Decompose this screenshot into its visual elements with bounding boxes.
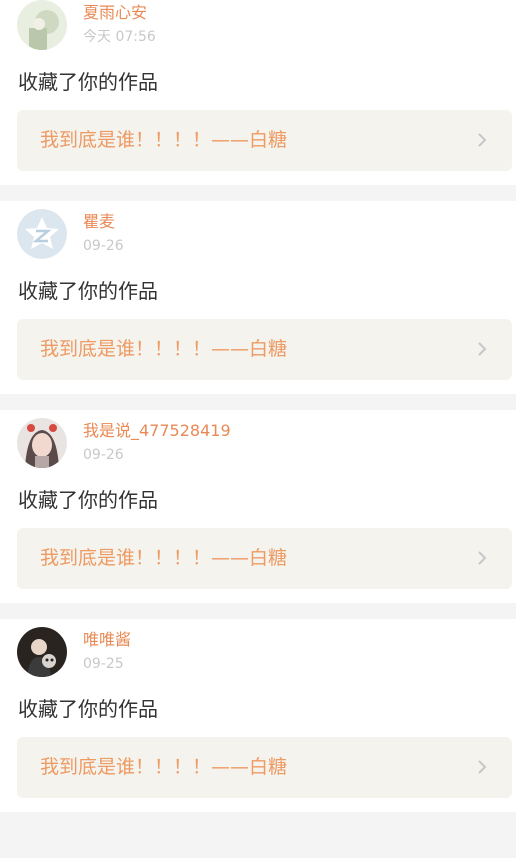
chevron-right-icon: [478, 133, 487, 147]
timestamp: 09-25: [83, 656, 124, 672]
action-text: 收藏了你的作品: [18, 697, 158, 721]
user-avatar[interactable]: [17, 0, 67, 50]
chevron-right-icon: [478, 342, 487, 356]
notification-card: 夏雨心安 今天 07:56 收藏了你的作品 我到底是谁！！！！——白糖: [0, 0, 516, 185]
username[interactable]: 瞿麦: [83, 212, 115, 232]
username[interactable]: 我是说_477528419: [83, 421, 231, 441]
timestamp: 今天 07:56: [83, 29, 156, 45]
action-text: 收藏了你的作品: [18, 279, 158, 303]
work-title: 我到底是谁！！！！——白糖: [40, 129, 288, 151]
user-avatar[interactable]: [17, 209, 67, 259]
work-link[interactable]: 我到底是谁！！！！——白糖: [17, 110, 512, 171]
notification-feed: 夏雨心安 今天 07:56 收藏了你的作品 我到底是谁！！！！——白糖 瞿麦 0…: [0, 0, 516, 828]
action-text: 收藏了你的作品: [18, 70, 158, 94]
work-title: 我到底是谁！！！！——白糖: [40, 338, 288, 360]
user-avatar[interactable]: [17, 418, 67, 468]
username[interactable]: 夏雨心安: [83, 3, 147, 23]
chevron-right-icon: [478, 760, 487, 774]
timestamp: 09-26: [83, 447, 124, 463]
action-text: 收藏了你的作品: [18, 488, 158, 512]
chevron-right-icon: [478, 551, 487, 565]
notification-card: 我是说_477528419 09-26 收藏了你的作品 我到底是谁！！！！——白…: [0, 410, 516, 603]
work-title: 我到底是谁！！！！——白糖: [40, 547, 288, 569]
username[interactable]: 唯唯酱: [83, 630, 131, 650]
notification-card: 瞿麦 09-26 收藏了你的作品 我到底是谁！！！！——白糖: [0, 201, 516, 394]
work-link[interactable]: 我到底是谁！！！！——白糖: [17, 319, 512, 380]
work-link[interactable]: 我到底是谁！！！！——白糖: [17, 528, 512, 589]
notification-card: 唯唯酱 09-25 收藏了你的作品 我到底是谁！！！！——白糖: [0, 619, 516, 812]
work-link[interactable]: 我到底是谁！！！！——白糖: [17, 737, 512, 798]
user-avatar[interactable]: [17, 627, 67, 677]
timestamp: 09-26: [83, 238, 124, 254]
work-title: 我到底是谁！！！！——白糖: [40, 756, 288, 778]
